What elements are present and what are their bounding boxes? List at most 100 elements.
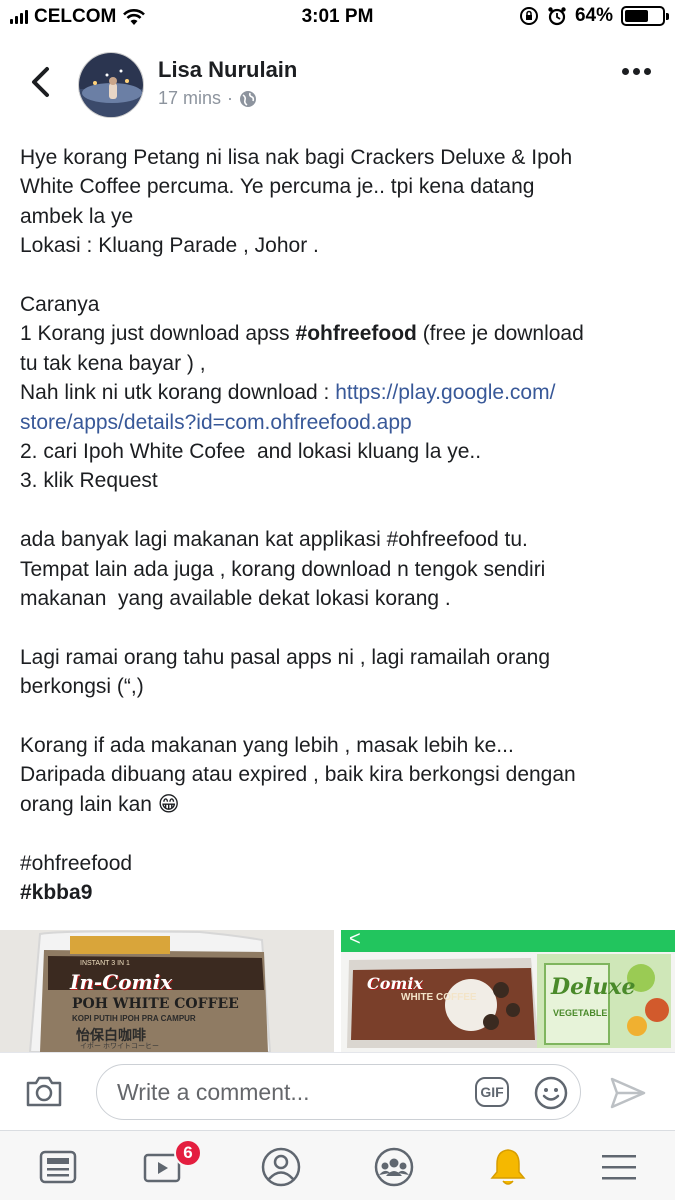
box-label: VEGETABLE xyxy=(553,1008,608,1018)
comment-placeholder: Write a comment... xyxy=(117,1079,310,1105)
post-text-line: ada banyak lagi makanan kat applikasi #o… xyxy=(20,525,660,554)
small-label: イポー ホワイトコーヒー xyxy=(80,1043,159,1050)
comment-input[interactable]: Write a comment... GIF xyxy=(96,1064,581,1120)
post-text-segment: ada banyak lagi makanan kat applikasi #o… xyxy=(20,528,528,552)
signal-icon xyxy=(10,10,28,24)
camera-button[interactable] xyxy=(24,1073,64,1109)
news-feed-icon xyxy=(39,1150,77,1184)
menu-icon xyxy=(602,1155,636,1180)
post-header: Lisa Nurulain 17 mins · xyxy=(0,40,675,130)
post-text-line xyxy=(20,496,660,525)
send-button[interactable] xyxy=(608,1075,648,1111)
status-right: 64% xyxy=(519,5,669,27)
post-text-line: 3. klik Request xyxy=(20,466,660,495)
post-text-segment: berkongsi (“,) xyxy=(20,675,144,699)
post-text-segment: Daripada dibuang atau expired , baik kir… xyxy=(20,763,576,787)
post-text-line: tu tak kena bayar ) , xyxy=(20,349,660,378)
watch-badge: 6 xyxy=(174,1139,202,1167)
alarm-icon xyxy=(548,7,566,26)
post-text-line: Caranya xyxy=(20,290,660,319)
post-text-line: White Coffee percuma. Ye percuma je.. tp… xyxy=(20,172,660,201)
post-text-segment: White Coffee percuma. Ye percuma je.. tp… xyxy=(20,175,535,199)
battery-percent: 64% xyxy=(574,5,613,26)
post-meta: 17 mins · xyxy=(158,88,257,109)
battery-icon xyxy=(621,6,669,26)
post-text-line: ambek la ye xyxy=(20,202,660,231)
post-text-line: orang lain kan 😁 xyxy=(20,790,660,819)
author-name[interactable]: Lisa Nurulain xyxy=(158,57,297,83)
post-text-line xyxy=(20,613,660,642)
tab-news-feed[interactable] xyxy=(36,1145,80,1189)
post-text-segment: 1 Korang just download apss xyxy=(20,322,296,346)
post-text-line: #ohfreefood xyxy=(20,849,660,878)
post-text-line: #kbba9 xyxy=(20,878,660,907)
camera-icon xyxy=(26,1076,62,1107)
post-text-line: Lagi ramai orang tahu pasal apps ni , la… xyxy=(20,643,660,672)
box-brand-label: Deluxe xyxy=(551,974,636,1000)
post-text-line: 2. cari Ipoh White Cofee and lokasi klua… xyxy=(20,437,660,466)
post-text: Hye korang Petang ni lisa nak bagi Crack… xyxy=(20,143,660,907)
post-text-line: Daripada dibuang atau expired , baik kir… xyxy=(20,760,660,789)
post-text-line: store/apps/details?id=com.ohfreefood.app xyxy=(20,408,660,437)
tab-groups[interactable] xyxy=(372,1145,416,1189)
post-link[interactable]: store/apps/details?id=com.ohfreefood.app xyxy=(20,411,412,434)
chevron-left-icon[interactable]: < xyxy=(349,930,361,951)
post-time[interactable]: 17 mins xyxy=(158,88,221,109)
groups-icon xyxy=(374,1147,414,1187)
gif-button[interactable]: GIF xyxy=(475,1077,509,1107)
profile-icon xyxy=(261,1147,301,1187)
post-text-line xyxy=(20,819,660,848)
emoji-button[interactable] xyxy=(533,1075,569,1111)
meta-separator: · xyxy=(227,88,234,108)
post-photo-right[interactable]: < Comix WHITE COFFEE Deluxe VEGETABLE xyxy=(341,930,675,1052)
post-text-segment: Tempat lain ada juga , korang download n… xyxy=(20,557,546,581)
emoji-icon xyxy=(534,1076,568,1110)
post-text-line: Nah link ni utk korang download : https:… xyxy=(20,378,660,407)
post-text-line: Korang if ada makanan yang lebih , masak… xyxy=(20,731,660,760)
brand-label: In-Comix xyxy=(70,970,173,994)
hashtag-link[interactable]: #kbba9 xyxy=(20,881,92,904)
back-button[interactable] xyxy=(22,62,58,102)
post-text-segment: Lokasi : Kluang Parade , Johor . xyxy=(20,234,319,258)
hashtag-link[interactable]: #ohfreefood xyxy=(296,322,417,345)
chevron-left-icon xyxy=(32,67,49,97)
battery-level xyxy=(625,10,649,22)
post-text-segment: orang lain kan 😁 xyxy=(20,792,180,816)
tag-label: INSTANT 3 IN 1 xyxy=(80,960,130,967)
wifi-icon xyxy=(123,9,146,25)
post-text-segment: tu tak kena bayar ) , xyxy=(20,351,206,375)
send-icon xyxy=(610,1077,646,1109)
product-label: WHITE COFFEE xyxy=(401,992,477,1003)
post-text-segment: 2. cari Ipoh White Cofee and lokasi klua… xyxy=(20,440,482,464)
post-text-segment: Korang if ada makanan yang lebih , masak… xyxy=(20,734,514,758)
post-text-segment: Nah link ni utk korang download : xyxy=(20,381,336,405)
post-text-segment: #ohfreefood xyxy=(20,851,133,875)
post-photo-left[interactable]: In-Comix INSTANT 3 IN 1 POH WHITE COFFEE… xyxy=(0,930,334,1052)
bell-icon xyxy=(490,1149,526,1185)
tab-menu[interactable] xyxy=(597,1145,641,1189)
post-text-segment: makanan yang available dekat lokasi kora… xyxy=(20,587,451,611)
product-label: POH WHITE COFFEE xyxy=(72,996,239,1012)
post-text-line: Hye korang Petang ni lisa nak bagi Crack… xyxy=(20,143,660,172)
post-text-line: Tempat lain ada juga , korang download n… xyxy=(20,555,660,584)
avatar[interactable] xyxy=(78,52,144,118)
brand-label: Comix xyxy=(367,974,423,993)
carrier-name: CELCOM xyxy=(34,6,117,27)
post-text-line: Lokasi : Kluang Parade , Johor . xyxy=(20,231,660,260)
post-text-segment: Caranya xyxy=(20,293,100,317)
status-bar: CELCOM 3:01 PM 64% xyxy=(0,0,675,36)
post-text-line: makanan yang available dekat lokasi kora… xyxy=(20,584,660,613)
post-text-segment: ambek la ye xyxy=(20,204,134,228)
post-text-line: berkongsi (“,) xyxy=(20,672,660,701)
tab-profile[interactable] xyxy=(259,1145,303,1189)
status-left: CELCOM xyxy=(10,6,146,28)
post-text-segment: Hye korang Petang ni lisa nak bagi Crack… xyxy=(20,146,573,169)
post-text-line: 1 Korang just download apss #ohfreefood … xyxy=(20,319,660,348)
post-link[interactable]: https://play.google.com/ xyxy=(335,381,555,404)
comment-bar: Write a comment... GIF xyxy=(0,1052,675,1130)
post-text-line xyxy=(20,261,660,290)
more-options-button[interactable] xyxy=(622,68,651,75)
tab-notifications[interactable] xyxy=(486,1145,530,1189)
post-text-segment: Lagi ramai orang tahu pasal apps ni , la… xyxy=(20,645,550,669)
post-text-line xyxy=(20,702,660,731)
